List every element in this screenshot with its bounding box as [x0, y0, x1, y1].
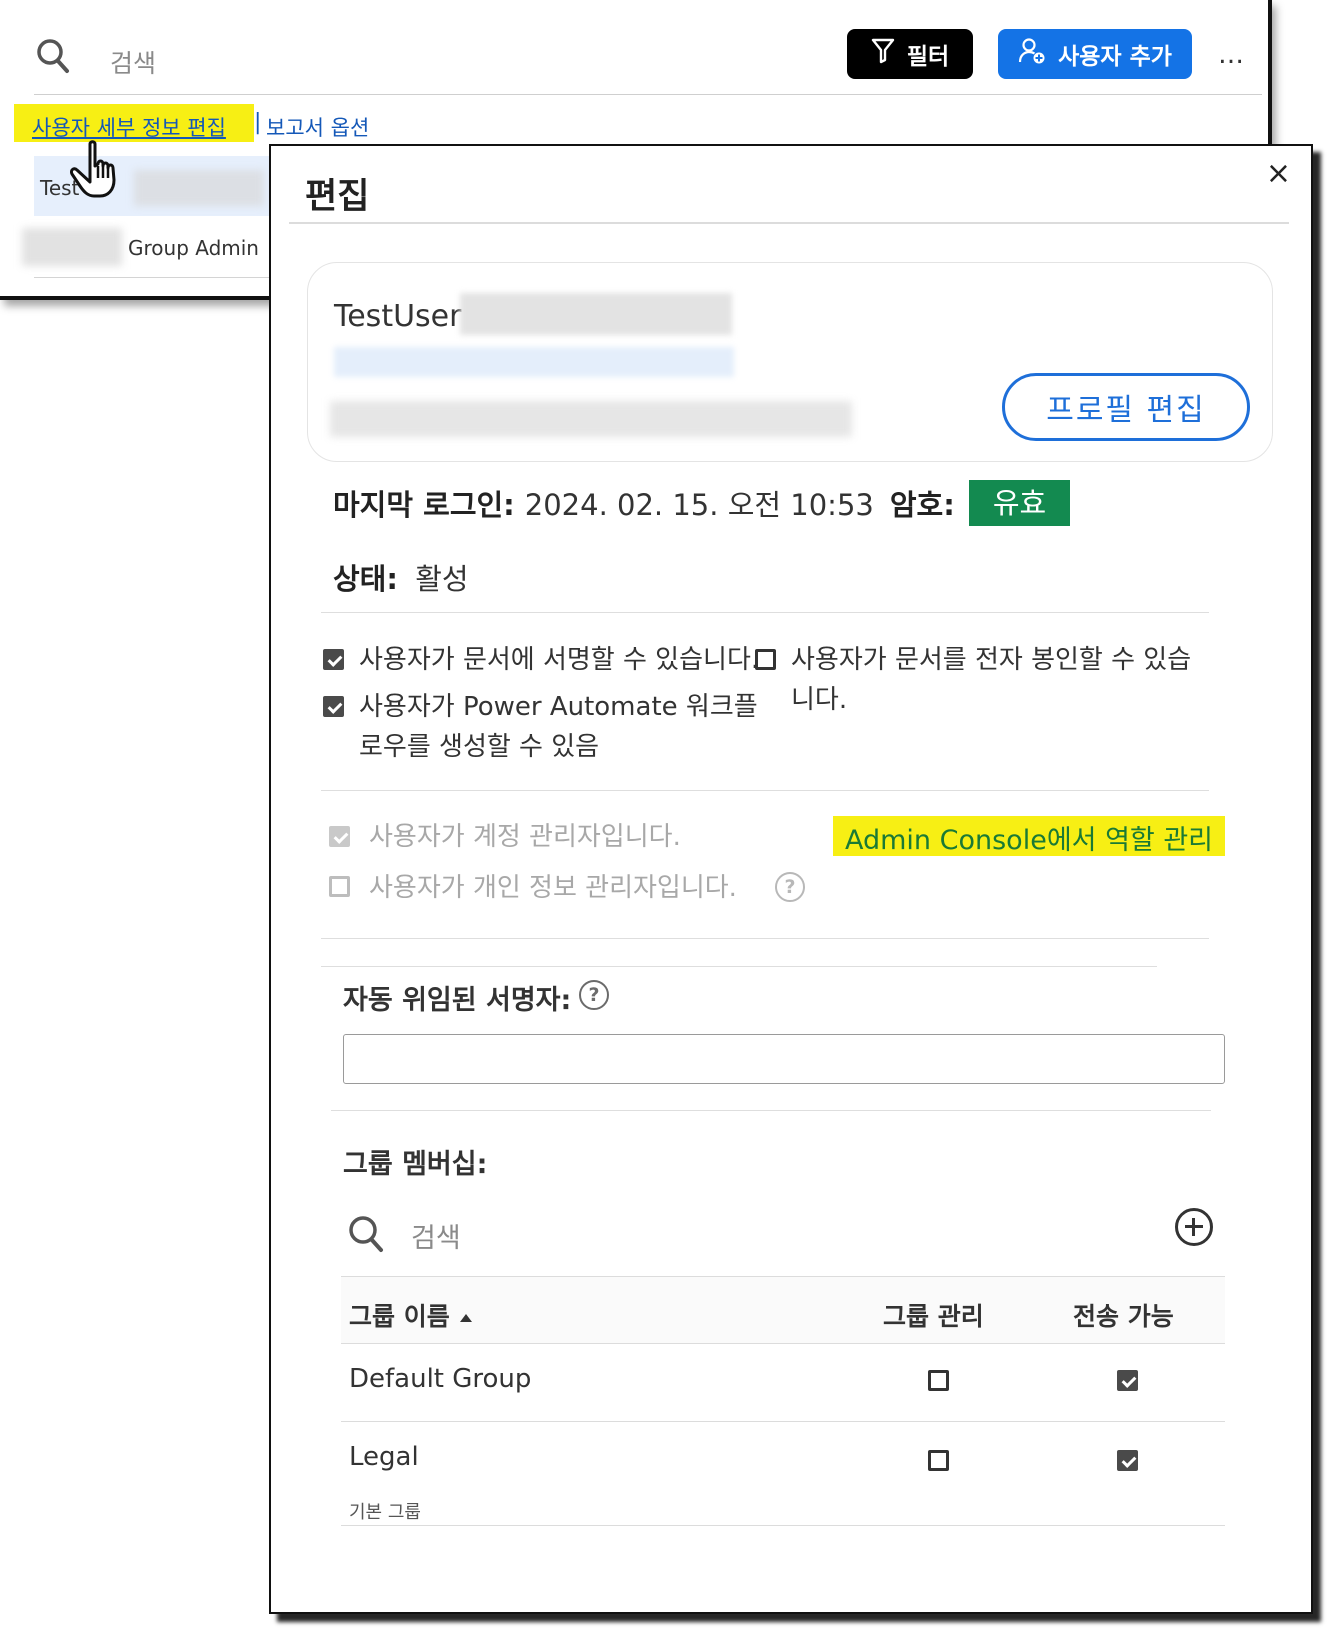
search-icon[interactable]: [347, 1214, 385, 1258]
can-create-power-automate-label-cont: 로우를 생성할 수 있음: [359, 732, 600, 762]
row-divider: [34, 277, 274, 278]
title-divider: [289, 222, 1289, 224]
can-send-checkbox[interactable]: [1117, 1450, 1138, 1471]
last-login-label: 마지막 로그인:: [333, 488, 515, 522]
redacted-text: [460, 293, 732, 335]
edit-user-dialog: 편집 × TestUser 프로필 편집 마지막 로그인: 2024. 02. …: [269, 144, 1313, 1614]
help-icon[interactable]: ?: [579, 980, 609, 1010]
group-admin-checkbox[interactable]: [928, 1370, 949, 1391]
admin-console-link[interactable]: Admin Console에서 역할 관리: [845, 818, 1213, 857]
profile-card: TestUser 프로필 편집: [307, 262, 1273, 462]
redacted-text: [22, 228, 122, 266]
toolbar-divider: [34, 94, 1262, 95]
filter-button[interactable]: 필터: [847, 29, 973, 79]
status-value: 활성: [415, 562, 469, 596]
can-e-seal-checkbox[interactable]: [755, 649, 776, 670]
primary-group-label: 기본 그룹: [349, 1502, 421, 1523]
status-row: 상태: 활성: [333, 556, 469, 598]
add-group-plus-icon[interactable]: [1175, 1208, 1213, 1246]
can-sign-checkbox[interactable]: [323, 649, 344, 670]
edit-user-details-link[interactable]: 사용자 세부 정보 편집: [32, 112, 226, 142]
add-user-icon: [1018, 37, 1046, 71]
last-login-row: 마지막 로그인: 2024. 02. 15. 오전 10:53 암호: 유효: [333, 480, 1071, 526]
more-options-button[interactable]: …: [1218, 40, 1245, 70]
column-group-admin: 그룹 관리: [883, 1302, 984, 1331]
report-options-link[interactable]: 보고서 옵션: [266, 112, 369, 142]
group-search-input[interactable]: 검색: [411, 1216, 461, 1255]
privacy-admin-label: 사용자가 개인 정보 관리자입니다.: [369, 873, 737, 903]
auto-delegate-input[interactable]: [343, 1034, 1225, 1084]
edit-profile-button[interactable]: 프로필 편집: [1002, 373, 1250, 441]
user-role: Group Admin: [128, 236, 259, 260]
account-admin-checkbox: [329, 826, 350, 847]
group-name: Default Group: [349, 1364, 532, 1394]
filter-button-label: 필터: [906, 44, 950, 70]
can-e-seal-label-cont: 니다.: [791, 685, 848, 715]
group-name: Legal: [349, 1442, 419, 1472]
can-send-checkbox[interactable]: [1117, 1370, 1138, 1391]
password-label: 암호:: [889, 488, 955, 522]
add-user-button-label: 사용자 추가: [1058, 44, 1172, 70]
filter-icon: [871, 38, 895, 70]
redacted-text: [330, 401, 852, 437]
can-sign-label: 사용자가 문서에 서명할 수 있습니다.: [359, 645, 760, 675]
sort-asc-icon: [459, 1314, 472, 1322]
column-group-name[interactable]: 그룹 이름: [349, 1297, 472, 1333]
search-input[interactable]: 검색: [110, 44, 156, 80]
redacted-text: [134, 170, 264, 206]
privacy-admin-checkbox: [329, 876, 350, 897]
redacted-email: [334, 347, 734, 377]
can-create-power-automate-checkbox[interactable]: [323, 696, 344, 717]
section-divider: [321, 966, 1157, 967]
group-table-header: 그룹 이름 그룹 관리 전송 가능: [341, 1276, 1225, 1344]
can-create-power-automate-label: 사용자가 Power Automate 워크플: [359, 692, 758, 722]
search-icon[interactable]: [36, 38, 70, 74]
status-label: 상태:: [333, 562, 398, 596]
section-divider: [331, 1110, 1211, 1111]
add-user-button[interactable]: 사용자 추가: [998, 29, 1192, 79]
close-icon[interactable]: ×: [1266, 156, 1291, 191]
link-separator: |: [254, 110, 262, 135]
group-membership-title: 그룹 멤버십:: [343, 1149, 488, 1180]
profile-name: TestUser: [334, 299, 462, 334]
auto-delegate-label: 자동 위임된 서명자:: [343, 985, 572, 1016]
table-row: Legal 기본 그룹: [341, 1422, 1225, 1526]
section-divider: [321, 612, 1209, 613]
help-icon[interactable]: ?: [775, 872, 805, 902]
group-admin-checkbox[interactable]: [928, 1450, 949, 1471]
status-badge: 유효: [968, 480, 1071, 526]
column-group-name-label: 그룹 이름: [349, 1302, 450, 1331]
dialog-title: 편집: [305, 177, 370, 217]
section-divider: [321, 790, 1209, 791]
hand-cursor-icon: [68, 140, 132, 204]
column-can-send: 전송 가능: [1073, 1302, 1174, 1331]
last-login-value: 2024. 02. 15. 오전 10:53: [524, 488, 874, 522]
section-divider: [321, 938, 1209, 939]
table-row: Default Group: [341, 1344, 1225, 1422]
can-e-seal-label: 사용자가 문서를 전자 봉인할 수 있습: [791, 645, 1192, 675]
account-admin-label: 사용자가 계정 관리자입니다.: [369, 822, 681, 852]
